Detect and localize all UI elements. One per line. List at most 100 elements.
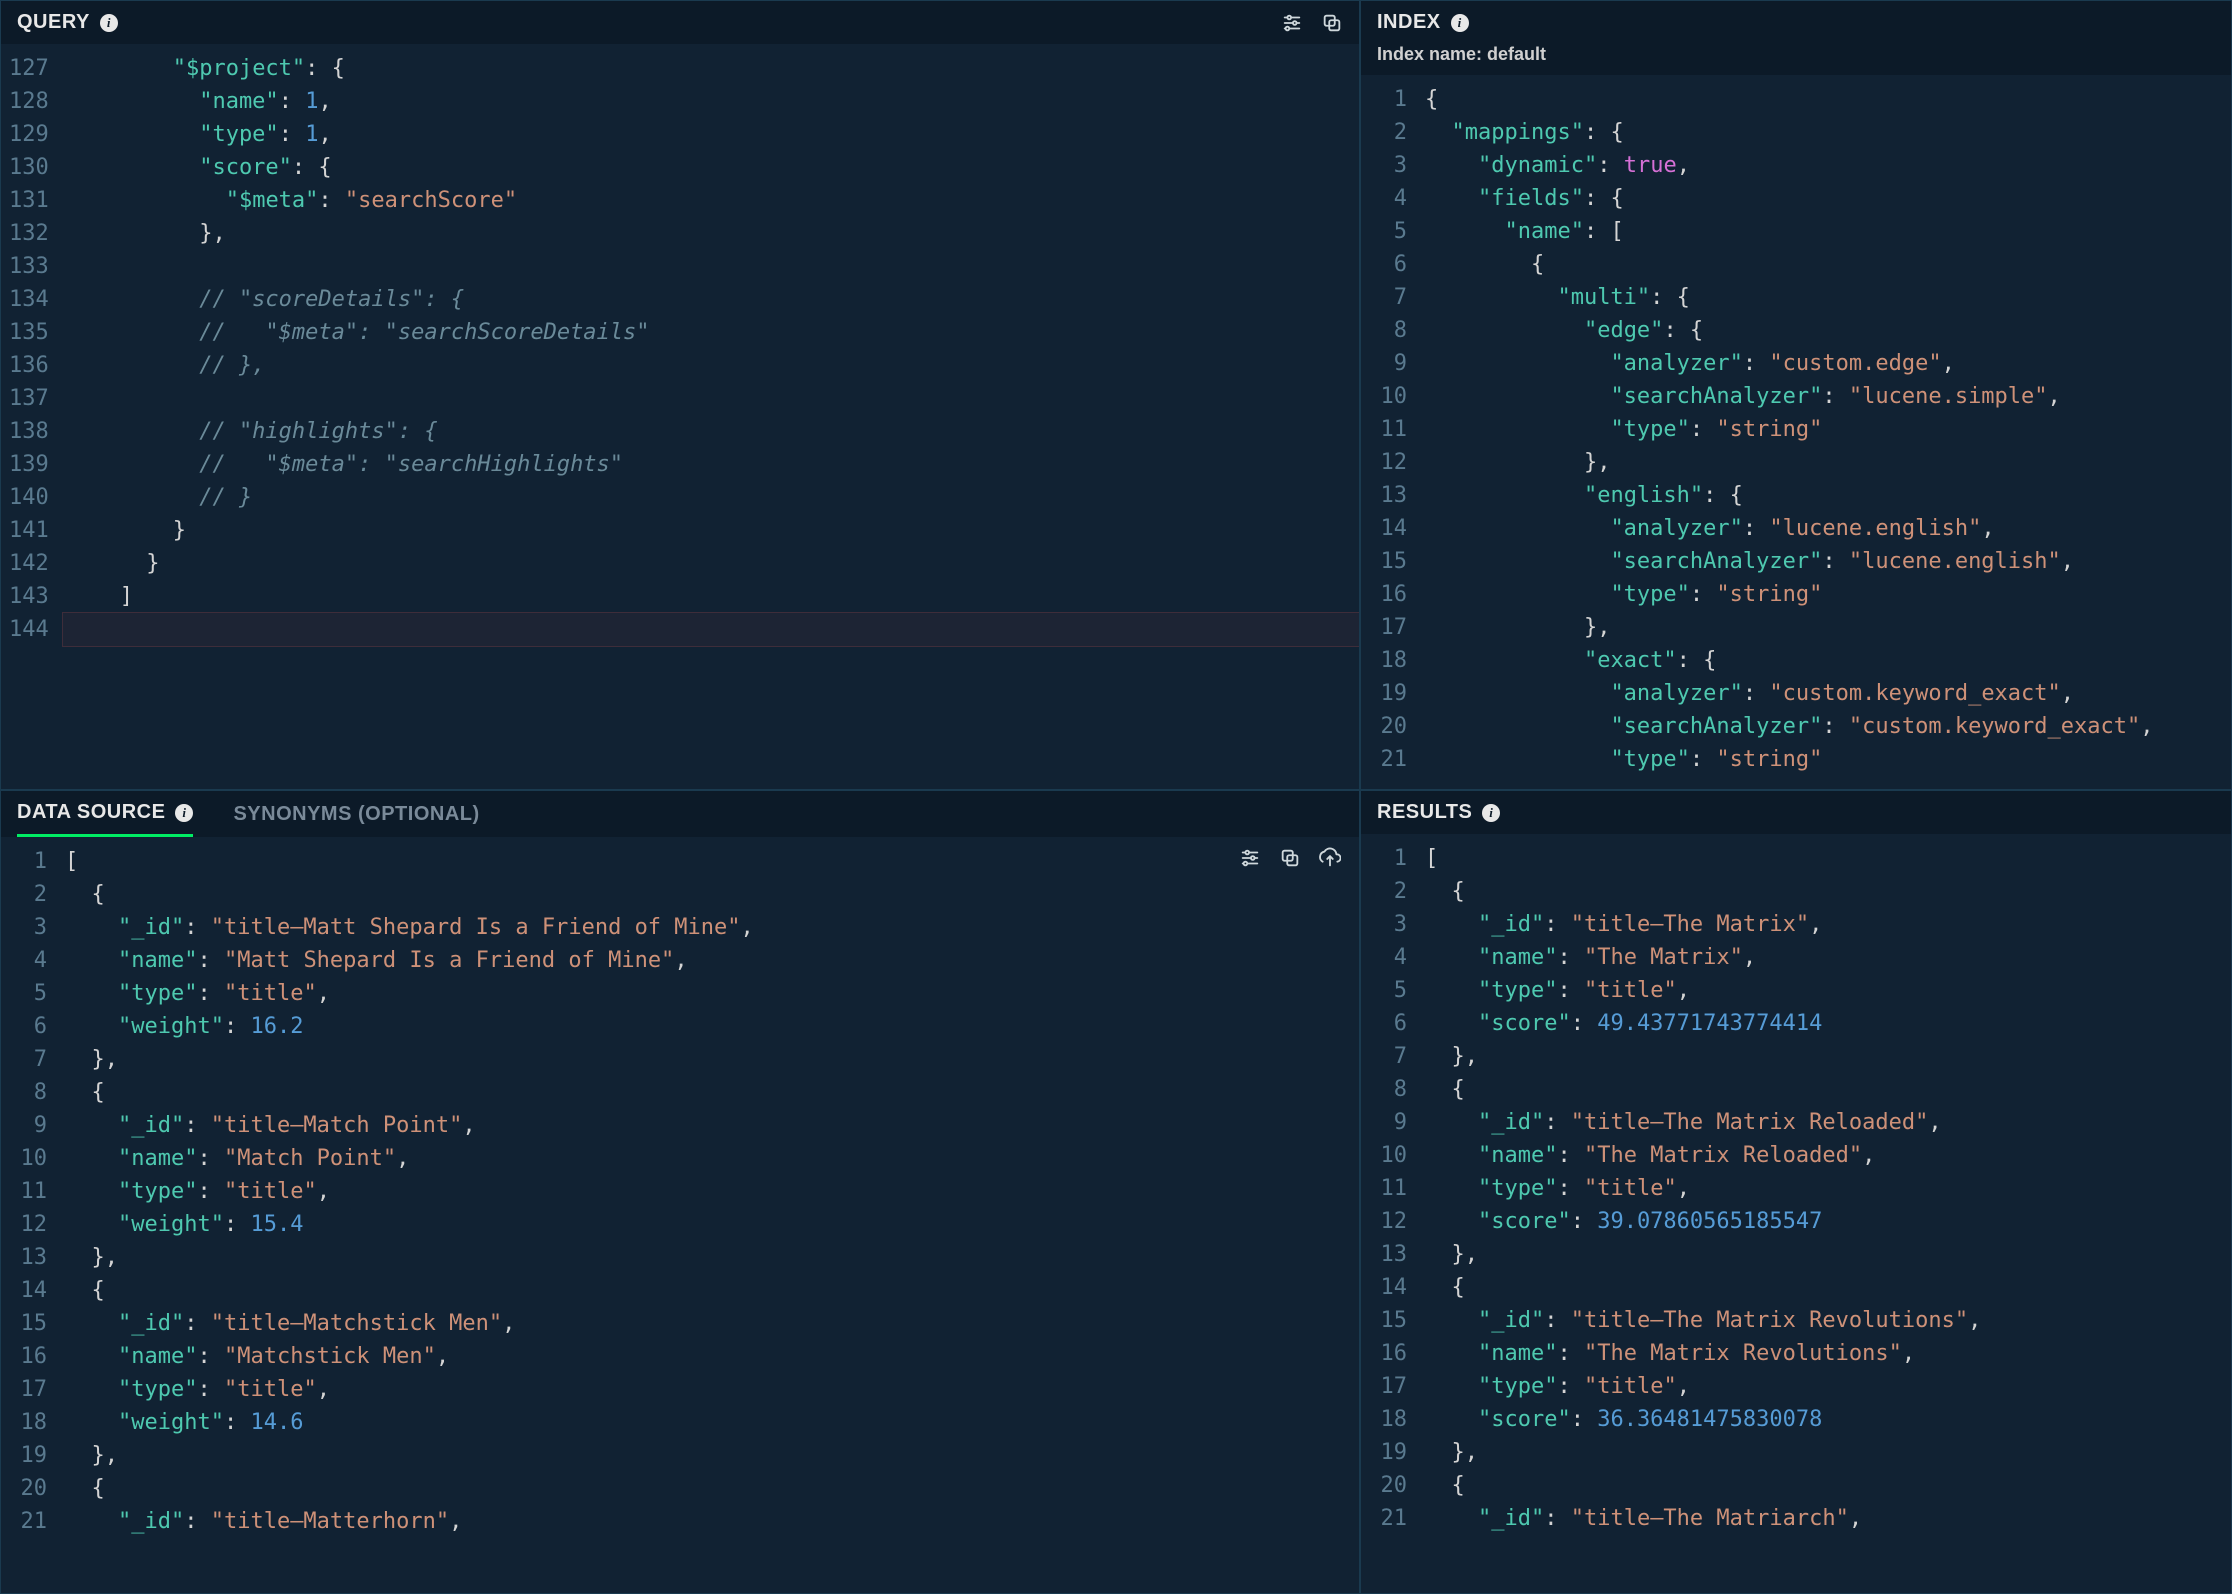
- code-line[interactable]: "searchAnalyzer": "lucene.english",: [1421, 545, 2231, 578]
- code-line[interactable]: // "$meta": "searchHighlights": [63, 448, 1359, 481]
- code-line[interactable]: "name": "Matchstick Men",: [61, 1340, 1359, 1373]
- code-line[interactable]: "type": "string": [1421, 578, 2231, 611]
- code-line[interactable]: },: [61, 1439, 1359, 1472]
- info-icon[interactable]: i: [1482, 804, 1500, 822]
- code-line[interactable]: "exact": {: [1421, 644, 2231, 677]
- code-line[interactable]: "score": 49.43771743774414: [1421, 1007, 2231, 1040]
- code-line[interactable]: {: [1421, 1271, 2231, 1304]
- code-line[interactable]: }: [63, 547, 1359, 580]
- code-line[interactable]: "_id": "title—The Matrix",: [1421, 908, 2231, 941]
- code-line[interactable]: "english": {: [1421, 479, 2231, 512]
- code-line[interactable]: "_id": "title—The Matrix Revolutions",: [1421, 1304, 2231, 1337]
- code-line[interactable]: "type": "title",: [1421, 1172, 2231, 1205]
- code-line[interactable]: "type": "title",: [61, 1373, 1359, 1406]
- code-line[interactable]: // "highlights": {: [63, 415, 1359, 448]
- code-line[interactable]: "score": 36.36481475830078: [1421, 1403, 2231, 1436]
- datasource-editor[interactable]: 123456789101112131415161718192021 [ { "_…: [1, 837, 1359, 1593]
- code-line[interactable]: {: [61, 1076, 1359, 1109]
- code-line[interactable]: "searchAnalyzer": "lucene.simple",: [1421, 380, 2231, 413]
- code-line[interactable]: "type": "string": [1421, 743, 2231, 776]
- code-line[interactable]: [: [61, 845, 1359, 878]
- tab-datasource[interactable]: DATA SOURCE i: [17, 801, 193, 837]
- code-line[interactable]: [: [1421, 842, 2231, 875]
- code-line[interactable]: "type": "title",: [1421, 1370, 2231, 1403]
- code-line[interactable]: "score": {: [63, 151, 1359, 184]
- code-line[interactable]: "mappings": {: [1421, 116, 2231, 149]
- code-line[interactable]: [63, 613, 1359, 646]
- sliders-icon[interactable]: [1281, 12, 1303, 34]
- code-line[interactable]: "type": 1,: [63, 118, 1359, 151]
- info-icon[interactable]: i: [1451, 14, 1469, 32]
- code-line[interactable]: "name": "Matt Shepard Is a Friend of Min…: [61, 944, 1359, 977]
- code-line[interactable]: "analyzer": "custom.edge",: [1421, 347, 2231, 380]
- code-line[interactable]: "_id": "title—Match Point",: [61, 1109, 1359, 1142]
- code-line[interactable]: {: [1421, 248, 2231, 281]
- code-line[interactable]: }: [63, 514, 1359, 547]
- code-line[interactable]: "weight": 16.2: [61, 1010, 1359, 1043]
- copy-icon[interactable]: [1321, 12, 1343, 34]
- code-line[interactable]: "score": 39.07860565185547: [1421, 1205, 2231, 1238]
- code-line[interactable]: "type": "title",: [61, 977, 1359, 1010]
- code-line[interactable]: "_id": "title—The Matriarch",: [1421, 1502, 2231, 1535]
- code-line[interactable]: "analyzer": "lucene.english",: [1421, 512, 2231, 545]
- code-line[interactable]: [63, 382, 1359, 415]
- upload-icon[interactable]: [1319, 847, 1341, 869]
- code-line[interactable]: {: [1421, 1469, 2231, 1502]
- line-number: 9: [1369, 1106, 1407, 1139]
- line-number: 20: [9, 1472, 47, 1505]
- results-viewer[interactable]: 123456789101112131415161718192021 [ { "_…: [1361, 834, 2231, 1593]
- code-line[interactable]: "_id": "title—The Matrix Reloaded",: [1421, 1106, 2231, 1139]
- info-icon[interactable]: i: [175, 804, 193, 822]
- code-line[interactable]: },: [1421, 611, 2231, 644]
- code-line[interactable]: "fields": {: [1421, 182, 2231, 215]
- code-line[interactable]: "weight": 14.6: [61, 1406, 1359, 1439]
- code-line[interactable]: "_id": "title—Matterhorn",: [61, 1505, 1359, 1538]
- code-line[interactable]: "searchAnalyzer": "custom.keyword_exact"…: [1421, 710, 2231, 743]
- code-line[interactable]: {: [1421, 875, 2231, 908]
- code-line[interactable]: // "$meta": "searchScoreDetails": [63, 316, 1359, 349]
- code-line[interactable]: "name": "Match Point",: [61, 1142, 1359, 1175]
- code-line[interactable]: // }: [63, 481, 1359, 514]
- line-number: 11: [1369, 413, 1407, 446]
- code-line[interactable]: "name": "The Matrix Reloaded",: [1421, 1139, 2231, 1172]
- index-editor[interactable]: 123456789101112131415161718192021 { "map…: [1361, 75, 2231, 789]
- code-line[interactable]: "type": "title",: [61, 1175, 1359, 1208]
- code-line[interactable]: },: [61, 1241, 1359, 1274]
- code-line[interactable]: },: [61, 1043, 1359, 1076]
- code-line[interactable]: "name": "The Matrix Revolutions",: [1421, 1337, 2231, 1370]
- code-line[interactable]: "name": [: [1421, 215, 2231, 248]
- code-line[interactable]: },: [1421, 1436, 2231, 1469]
- code-line[interactable]: // "scoreDetails": {: [63, 283, 1359, 316]
- query-editor[interactable]: 1271281291301311321331341351361371381391…: [1, 44, 1359, 789]
- code-line[interactable]: ]: [63, 580, 1359, 613]
- code-line[interactable]: },: [1421, 446, 2231, 479]
- code-line[interactable]: "weight": 15.4: [61, 1208, 1359, 1241]
- code-line[interactable]: },: [1421, 1238, 2231, 1271]
- tab-synonyms[interactable]: SYNONYMS (OPTIONAL): [233, 801, 479, 837]
- code-line[interactable]: // },: [63, 349, 1359, 382]
- code-line[interactable]: "edge": {: [1421, 314, 2231, 347]
- copy-icon[interactable]: [1279, 847, 1301, 869]
- code-line[interactable]: "multi": {: [1421, 281, 2231, 314]
- code-line[interactable]: "$meta": "searchScore": [63, 184, 1359, 217]
- code-line[interactable]: "name": 1,: [63, 85, 1359, 118]
- code-line[interactable]: "_id": "title—Matchstick Men",: [61, 1307, 1359, 1340]
- code-line[interactable]: "name": "The Matrix",: [1421, 941, 2231, 974]
- code-line[interactable]: {: [1421, 83, 2231, 116]
- code-line[interactable]: {: [61, 1472, 1359, 1505]
- line-number: 5: [1369, 215, 1407, 248]
- code-line[interactable]: "analyzer": "custom.keyword_exact",: [1421, 677, 2231, 710]
- code-line[interactable]: "_id": "title—Matt Shepard Is a Friend o…: [61, 911, 1359, 944]
- sliders-icon[interactable]: [1239, 847, 1261, 869]
- code-line[interactable]: "type": "string": [1421, 413, 2231, 446]
- code-line[interactable]: "type": "title",: [1421, 974, 2231, 1007]
- code-line[interactable]: },: [63, 217, 1359, 250]
- code-line[interactable]: {: [61, 1274, 1359, 1307]
- code-line[interactable]: "dynamic": true,: [1421, 149, 2231, 182]
- code-line[interactable]: [63, 250, 1359, 283]
- info-icon[interactable]: i: [100, 14, 118, 32]
- code-line[interactable]: "$project": {: [63, 52, 1359, 85]
- code-line[interactable]: {: [61, 878, 1359, 911]
- code-line[interactable]: },: [1421, 1040, 2231, 1073]
- code-line[interactable]: {: [1421, 1073, 2231, 1106]
